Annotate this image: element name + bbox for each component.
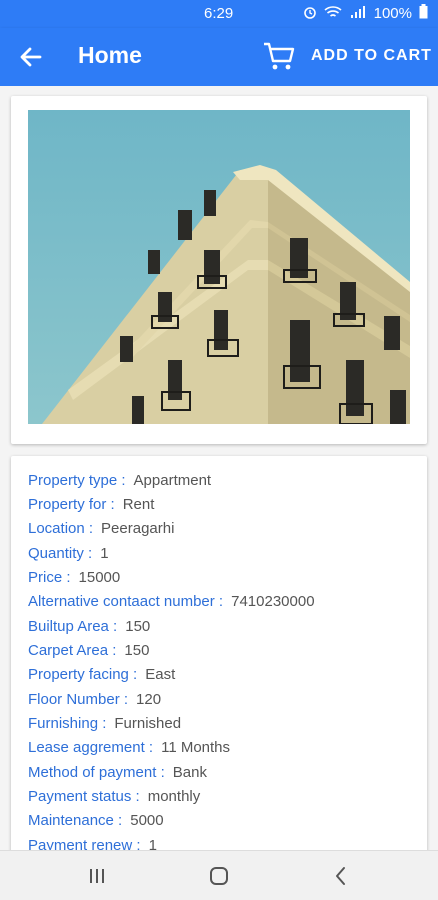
detail-value: 150 xyxy=(124,642,150,659)
detail-row: Price : 15000 xyxy=(28,569,120,586)
detail-row: Method of payment : Bank xyxy=(28,764,207,781)
detail-label: Price : xyxy=(28,569,71,586)
detail-value: Bank xyxy=(172,764,207,781)
alarm-icon xyxy=(303,5,317,23)
detail-label: Builtup Area : xyxy=(28,618,118,635)
detail-row: Property facing : East xyxy=(28,666,175,683)
detail-label: Carpet Area : xyxy=(28,642,117,659)
detail-row: Quantity : 1 xyxy=(28,545,109,562)
detail-row: Maintenance : 5000 xyxy=(28,812,164,829)
detail-label: Location : xyxy=(28,520,94,537)
status-icons: 100% xyxy=(303,4,428,23)
battery-icon xyxy=(419,4,428,23)
detail-value: Rent xyxy=(122,496,155,513)
detail-row: Furnishing : Furnished xyxy=(28,715,181,732)
recents-icon[interactable] xyxy=(86,865,108,887)
battery-percent: 100% xyxy=(373,5,412,22)
detail-label: Maintenance : xyxy=(28,812,123,829)
detail-value: Peeragarhi xyxy=(101,520,175,537)
details-card: Property type : Appartment Property for :… xyxy=(11,456,427,850)
image-card xyxy=(11,96,427,444)
home-icon[interactable] xyxy=(208,865,230,887)
detail-value: 5000 xyxy=(130,812,164,829)
detail-label: Furnishing : xyxy=(28,715,107,732)
detail-label: Quantity : xyxy=(28,545,93,562)
cart-icon[interactable] xyxy=(262,40,296,72)
detail-row: Payment renew : 1 xyxy=(28,837,157,850)
detail-row: Carpet Area : 150 xyxy=(28,642,149,659)
detail-value: 7410230000 xyxy=(231,593,315,610)
detail-row: Builtup Area : 150 xyxy=(28,618,150,635)
detail-label: Alternative contaact number : xyxy=(28,593,224,610)
back-icon[interactable] xyxy=(330,865,352,887)
detail-label: Method of payment : xyxy=(28,764,165,781)
detail-value: 150 xyxy=(125,618,151,635)
detail-label: Floor Number : xyxy=(28,691,129,708)
app-bar: Home ADD TO CART xyxy=(0,28,438,86)
detail-row: Payment status : monthly xyxy=(28,788,200,805)
detail-row: Lease aggrement : 11 Months xyxy=(28,739,230,756)
detail-label: Payment renew : xyxy=(28,837,141,850)
detail-label: Property type : xyxy=(28,472,126,489)
status-bar: 6:29 100% xyxy=(0,0,438,28)
system-nav-bar xyxy=(0,850,438,900)
property-photo[interactable] xyxy=(28,110,410,424)
detail-value: monthly xyxy=(147,788,201,805)
arrow-back-icon[interactable] xyxy=(16,42,46,72)
add-to-cart-button[interactable]: ADD TO CART xyxy=(311,47,432,65)
detail-label: Lease aggrement : xyxy=(28,739,154,756)
status-time: 6:29 xyxy=(204,5,234,22)
detail-row: Alternative contaact number : 7410230000 xyxy=(28,593,315,610)
detail-row: Property type : Appartment xyxy=(28,472,211,489)
detail-value: East xyxy=(145,666,176,683)
page-title: Home xyxy=(78,42,142,68)
detail-label: Payment status : xyxy=(28,788,140,805)
detail-value: Appartment xyxy=(133,472,212,489)
detail-label: Property for : xyxy=(28,496,115,513)
detail-value: 120 xyxy=(136,691,162,708)
wifi-icon xyxy=(324,5,342,23)
signal-icon xyxy=(349,5,367,23)
detail-row: Property for : Rent xyxy=(28,496,154,513)
detail-value: Furnished xyxy=(114,715,182,732)
detail-value: 1 xyxy=(148,837,157,850)
detail-row: Floor Number : 120 xyxy=(28,691,161,708)
detail-row: Location : Peeragarhi xyxy=(28,520,174,537)
content-area[interactable]: Property type : Appartment Property for :… xyxy=(0,86,438,850)
detail-value: 11 Months xyxy=(161,739,231,756)
detail-value: 1 xyxy=(100,545,109,562)
detail-label: Property facing : xyxy=(28,666,138,683)
detail-value: 15000 xyxy=(78,569,121,586)
